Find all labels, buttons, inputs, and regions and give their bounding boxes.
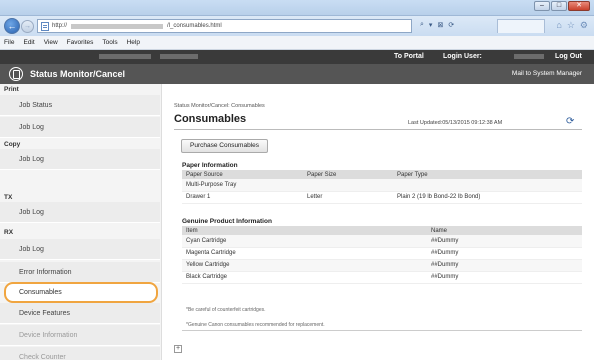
column-header: Paper Size <box>303 170 393 179</box>
counterfeit-note: *Be careful of counterfeit cartridges. <box>186 307 266 313</box>
compat-view-icon[interactable]: ⊠ <box>437 21 443 29</box>
browser-tab[interactable] <box>497 19 545 33</box>
browser-toolbar-icons: ⌂ ☆ ⚙ <box>556 20 588 31</box>
window-controls: – □ ✕ <box>534 1 590 11</box>
device-name-redacted <box>99 54 151 59</box>
table-row: Drawer 1 Letter Plain 2 (19 lb Bond-22 l… <box>182 191 582 204</box>
table-header-row: Paper Source Paper Size Paper Type <box>182 170 582 179</box>
device-header: Status Monitor/Cancel Mail to System Man… <box>0 64 594 84</box>
dropdown-icon[interactable]: ▾ <box>429 21 433 29</box>
page-title: Consumables <box>174 113 247 125</box>
table-cell <box>303 179 393 192</box>
table-row: Magenta Cartridge ##Dummy <box>182 247 582 260</box>
back-arrow-icon: ← <box>7 21 17 31</box>
sidebar-section-print: Print <box>4 86 19 93</box>
column-header: Paper Type <box>393 170 582 179</box>
log-out-link[interactable]: Log Out <box>555 53 582 60</box>
favorites-star-icon[interactable]: ☆ <box>567 20 575 31</box>
sidebar-section-rx: RX <box>4 229 14 236</box>
sidebar-item-consumables[interactable]: Consumables <box>4 282 158 303</box>
address-row: ← → http:// /l_consumables.html ⌕ ▾ ⊠ ⟳ ⌂… <box>0 16 594 36</box>
device-model-redacted <box>160 54 198 59</box>
url-prefix: http:// <box>52 23 68 29</box>
sidebar: Print Job Status Job Log Copy Job Log TX… <box>0 84 162 360</box>
close-button[interactable]: ✕ <box>568 1 590 11</box>
menu-tools[interactable]: Tools <box>102 39 117 46</box>
menu-favorites[interactable]: Favorites <box>67 39 94 46</box>
paper-information-table: Paper Source Paper Size Paper Type Multi… <box>182 170 582 204</box>
expand-icon[interactable]: + <box>174 345 182 353</box>
minimize-button[interactable]: – <box>534 1 550 11</box>
table-cell: Magenta Cartridge <box>182 247 427 260</box>
address-tools: ⌕ ▾ ⊠ ⟳ <box>420 21 454 29</box>
breadcrumb: Status Monitor/Cancel: Consumables <box>174 103 265 109</box>
table-cell: ##Dummy <box>427 271 582 284</box>
settings-gear-icon[interactable]: ⚙ <box>580 20 588 31</box>
menu-help[interactable]: Help <box>127 39 140 46</box>
url-redacted <box>71 23 164 29</box>
title-divider <box>174 129 582 130</box>
sidebar-item-copy-job-log[interactable]: Job Log <box>0 149 160 170</box>
column-header: Item <box>182 226 427 235</box>
table-header-row: Item Name <box>182 226 582 235</box>
menu-view[interactable]: View <box>44 39 58 46</box>
table-cell: Black Cartridge <box>182 271 427 284</box>
table-cell: Yellow Cartridge <box>182 259 427 272</box>
sidebar-item-device-features[interactable]: Device Features <box>0 303 160 324</box>
header-title: Status Monitor/Cancel <box>30 69 126 79</box>
sidebar-item-print-job-log[interactable]: Job Log <box>0 117 160 138</box>
sidebar-item-error-information[interactable]: Error Information <box>0 262 160 283</box>
sidebar-item-tx-job-log[interactable]: Job Log <box>0 202 160 223</box>
genuine-product-information-heading: Genuine Product Information <box>182 218 272 225</box>
page-icon <box>41 21 49 31</box>
refresh-icon[interactable]: ⟳ <box>566 116 574 127</box>
address-bar[interactable]: http:// /l_consumables.html <box>37 19 412 33</box>
device-top-bar: To Portal Login User: Log Out <box>0 50 594 64</box>
maximize-button[interactable]: □ <box>551 1 567 11</box>
to-portal-link[interactable]: To Portal <box>394 53 424 60</box>
sidebar-item-check-counter[interactable]: Check Counter <box>0 347 160 360</box>
url-suffix: /l_consumables.html <box>167 23 222 29</box>
sidebar-item-job-status[interactable]: Job Status <box>0 95 160 116</box>
search-icon[interactable]: ⌕ <box>420 21 424 29</box>
window-title-bar: – □ ✕ <box>0 0 594 16</box>
sidebar-item-rx-job-log[interactable]: Job Log <box>0 239 160 260</box>
table-row: Multi-Purpose Tray <box>182 179 582 192</box>
table-cell: Drawer 1 <box>182 191 303 204</box>
refresh-page-icon[interactable]: ⟳ <box>448 21 454 29</box>
column-header: Name <box>427 226 582 235</box>
table-cell: Multi-Purpose Tray <box>182 179 303 192</box>
genuine-note: *Genuine Canon consumables recommended f… <box>186 322 325 328</box>
table-cell: ##Dummy <box>427 235 582 248</box>
genuine-product-table: Item Name Cyan Cartridge ##Dummy Magenta… <box>182 226 582 284</box>
table-cell: Cyan Cartridge <box>182 235 427 248</box>
table-cell: Plain 2 (19 lb Bond-22 lb Bond) <box>393 191 582 204</box>
back-button[interactable]: ← <box>4 18 20 34</box>
forward-arrow-icon: → <box>24 23 31 30</box>
status-monitor-icon <box>9 67 23 81</box>
purchase-consumables-button[interactable]: Purchase Consumables <box>181 139 269 153</box>
table-cell: ##Dummy <box>427 247 582 260</box>
sidebar-section-tx: TX <box>4 194 13 201</box>
home-icon[interactable]: ⌂ <box>556 20 561 31</box>
table-row: Yellow Cartridge ##Dummy <box>182 259 582 272</box>
column-header: Paper Source <box>182 170 303 179</box>
table-cell: Letter <box>303 191 393 204</box>
table-row: Black Cartridge ##Dummy <box>182 271 582 284</box>
paper-information-heading: Paper Information <box>182 162 238 169</box>
login-user-label: Login User: <box>443 53 482 60</box>
table-cell <box>393 179 582 192</box>
login-user-redacted <box>514 54 544 59</box>
table-cell: ##Dummy <box>427 259 582 272</box>
sidebar-section-copy: Copy <box>4 141 21 148</box>
menu-bar: File Edit View Favorites Tools Help <box>0 36 594 50</box>
last-updated-timestamp: Last Updated:05/13/2015 09:12:38 AM <box>408 120 503 126</box>
menu-edit[interactable]: Edit <box>23 39 34 46</box>
menu-file[interactable]: File <box>4 39 14 46</box>
table-row: Cyan Cartridge ##Dummy <box>182 235 582 248</box>
forward-button[interactable]: → <box>21 20 34 33</box>
notes-divider <box>182 330 582 331</box>
mail-to-system-manager-link[interactable]: Mail to System Manager <box>512 70 582 77</box>
sidebar-item-device-information[interactable]: Device Information <box>0 325 160 346</box>
